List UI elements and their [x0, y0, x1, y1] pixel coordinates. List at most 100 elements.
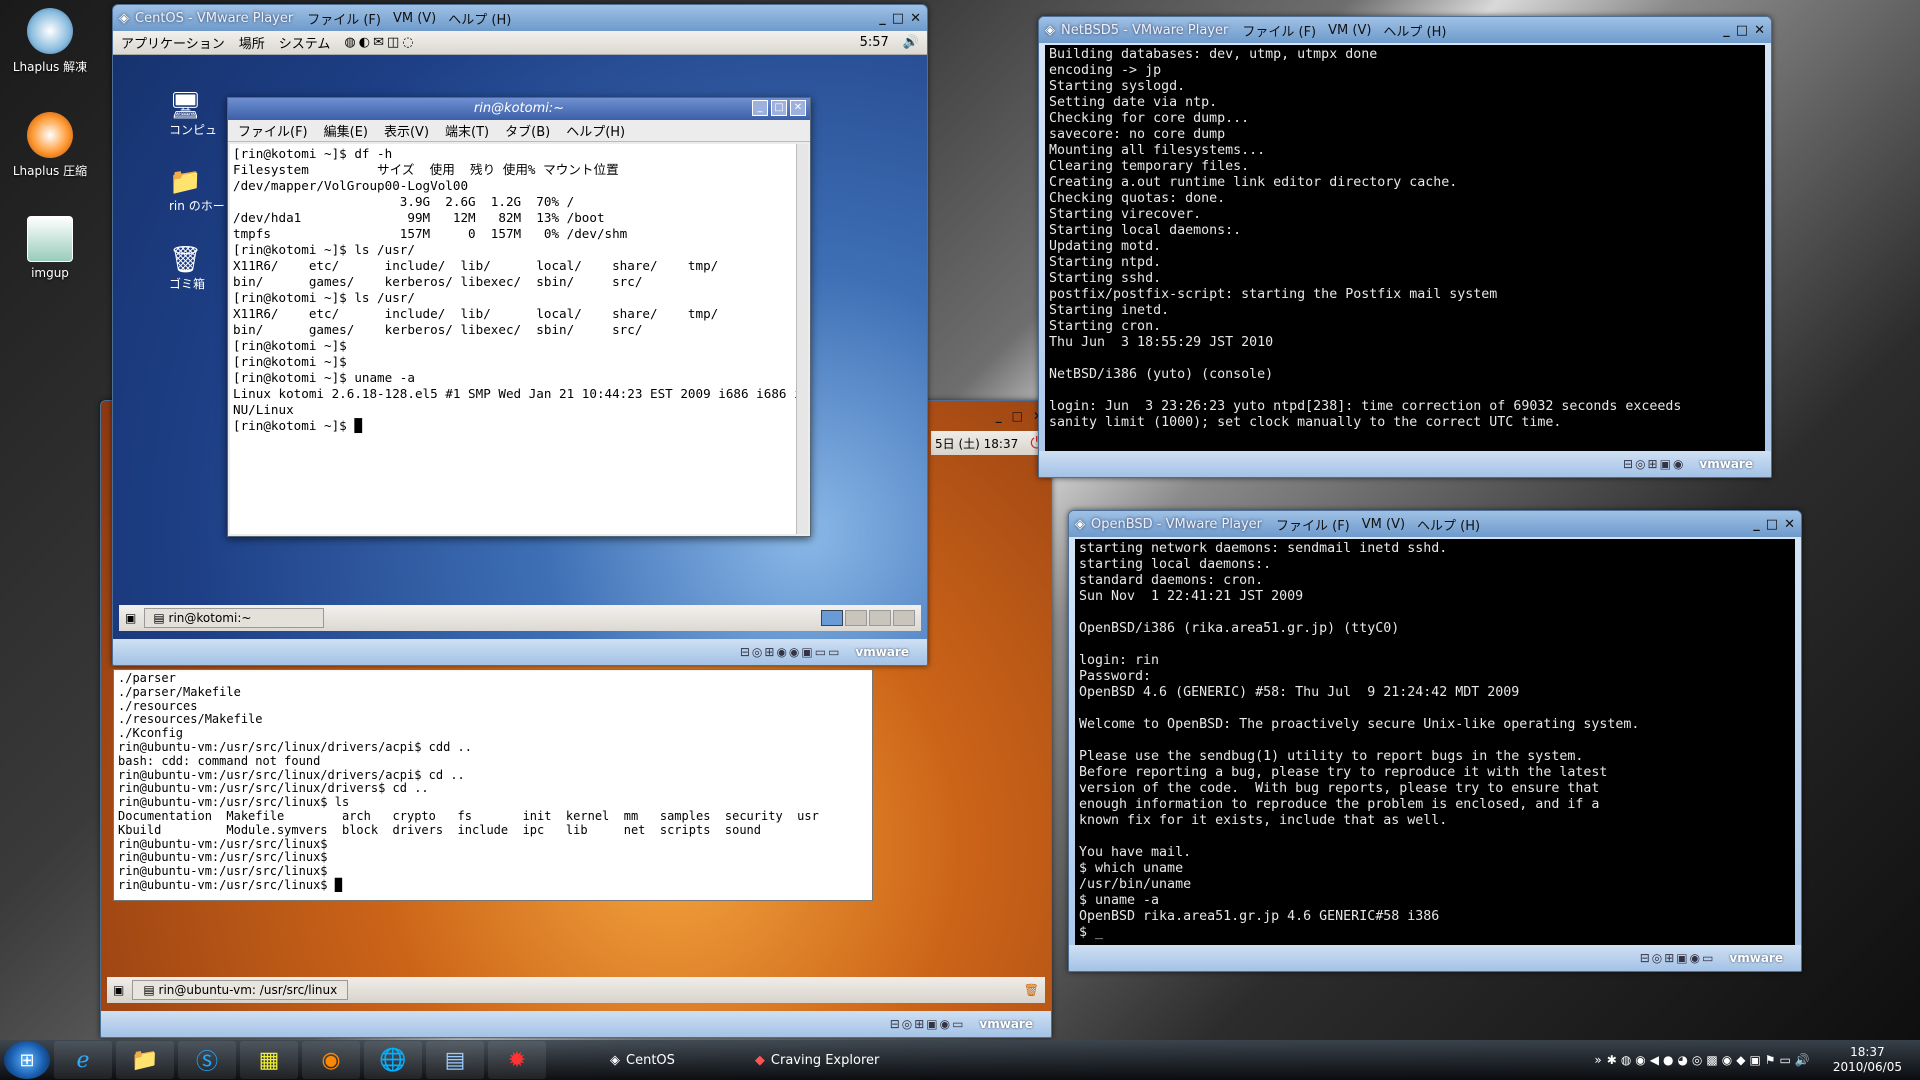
- close-button[interactable]: ✕: [910, 11, 921, 26]
- tray-overflow-icon[interactable]: »: [1594, 1053, 1601, 1067]
- gnome-top-panel: アプリケーション 場所 システム ◍◐✉◫◌ 5:57 🔊: [113, 31, 927, 55]
- minimize-button[interactable]: _: [1723, 23, 1730, 38]
- internet-explorer-icon: ℯ: [76, 1047, 90, 1073]
- taskbar-task-centos[interactable]: ◈ CentOS: [600, 1043, 685, 1077]
- terminal-menu-edit[interactable]: 編集(E): [324, 121, 368, 140]
- terminal-scrollbar[interactable]: [796, 144, 808, 534]
- centos-vmware-window: ◈ CentOS - VMware Player ファイル (F) VM (V)…: [112, 4, 928, 666]
- minimize-button[interactable]: _: [752, 100, 768, 116]
- ubuntu-terminal-text[interactable]: ./parser ./parser/Makefile ./resources .…: [113, 669, 873, 901]
- desktop-icon-lhaplus-extract[interactable]: Lhaplus 解凍: [8, 8, 92, 75]
- ubuntu-vm-status-bar: ⊟◎⊞▣◉▭ vmware: [101, 1011, 1051, 1037]
- close-button[interactable]: ✕: [790, 100, 806, 116]
- gnome-clock[interactable]: 5:57: [860, 35, 889, 50]
- device-icons[interactable]: ⊟◎⊞▣◉: [1623, 457, 1685, 471]
- netbsd-console-text[interactable]: Building databases: dev, utmp, utmpx don…: [1045, 45, 1765, 453]
- centos-task-button[interactable]: ▤ rin@kotomi:~: [144, 608, 325, 628]
- centos-desktop-icon-trash[interactable]: 🗑 ゴミ箱: [169, 245, 205, 292]
- terminal-menu-help[interactable]: ヘルプ(H): [566, 121, 625, 140]
- minimize-button[interactable]: _: [996, 409, 1002, 423]
- taskbar-browser[interactable]: 🌐: [364, 1041, 422, 1079]
- folder-icon: 📁: [131, 1047, 159, 1073]
- files-icon: ▤: [444, 1047, 466, 1073]
- launcher-icons[interactable]: ◍◐✉◫◌: [344, 35, 416, 50]
- clock-time: 18:37: [1850, 1045, 1885, 1059]
- terminal-menu-tabs[interactable]: タブ(B): [505, 121, 550, 140]
- maximize-button[interactable]: □: [771, 100, 787, 116]
- terminal-text[interactable]: [rin@kotomi ~]$ df -h Filesystem サイズ 使用 …: [230, 144, 796, 534]
- terminal-title: rin@kotomi:~: [473, 101, 565, 116]
- taskbar-task-label: Craving Explorer: [770, 1052, 880, 1068]
- window-title: CentOS - VMware Player: [135, 10, 294, 26]
- vmware-app-icon: ◈: [1075, 516, 1085, 532]
- taskbar-files[interactable]: ▤: [426, 1041, 484, 1079]
- clock-date: 2010/06/05: [1832, 1060, 1902, 1074]
- taskbar-firefox[interactable]: ◉: [302, 1041, 360, 1079]
- start-button[interactable]: ⊞: [4, 1041, 50, 1079]
- taskbar-task-craving-explorer[interactable]: ◆ Craving Explorer: [745, 1043, 889, 1077]
- ubuntu-bottom-panel: ▣ ▤ rin@ubuntu-vm: /usr/src/linux 🗑: [107, 977, 1045, 1003]
- netbsd-vm-status-bar: ⊟◎⊞▣◉ vmware: [1039, 451, 1771, 477]
- vmware-app-icon: ◈: [119, 10, 129, 26]
- globe-icon: 🌐: [379, 1047, 407, 1073]
- taskbar-app[interactable]: ▦: [240, 1041, 298, 1079]
- app-icon: ▦: [258, 1047, 280, 1073]
- desktop-icon-label: Lhaplus 圧縮: [12, 164, 88, 178]
- centos-desktop-icon-computer[interactable]: 🖥 コンピュ: [169, 91, 217, 138]
- maximize-button[interactable]: □: [1766, 517, 1778, 532]
- openbsd-console-text[interactable]: starting network daemons: sendmail inetd…: [1075, 539, 1795, 947]
- minimize-button[interactable]: _: [879, 11, 886, 26]
- tray-icons[interactable]: ✱◍◉◀●◕◎▩◉◆▣⚑▭🔊: [1607, 1053, 1814, 1067]
- folder-icon: 📁: [169, 167, 202, 197]
- ubuntu-clock[interactable]: 5日 (土) 18:37: [935, 435, 1018, 452]
- taskbar-paint[interactable]: ✹: [488, 1041, 546, 1079]
- ubuntu-task-button[interactable]: ▤ rin@ubuntu-vm: /usr/src/linux: [132, 980, 349, 1000]
- show-desktop-icon[interactable]: ▣: [113, 983, 124, 997]
- maximize-button[interactable]: □: [892, 11, 904, 26]
- taskbar-clock[interactable]: 18:37 2010/06/05: [1833, 1045, 1902, 1075]
- centos-vm-status-bar: ⊟◎⊞◉◉▣▭▭ vmware: [113, 639, 927, 665]
- workspace-switcher[interactable]: [821, 610, 915, 626]
- terminal-menu-terminal[interactable]: 端末(T): [445, 121, 489, 140]
- terminal-menu-view[interactable]: 表示(V): [384, 121, 429, 140]
- taskbar-skype[interactable]: Ⓢ: [178, 1041, 236, 1079]
- trash-icon[interactable]: 🗑: [1024, 983, 1039, 997]
- menu-file[interactable]: ファイル (F): [1242, 21, 1316, 40]
- windows-taskbar: ⊞ ℯ 📁 Ⓢ ▦ ◉ 🌐 ▤ ✹ ◈ CentOS ◆ Craving Exp…: [0, 1040, 1920, 1080]
- centos-desktop-icon-home[interactable]: 📁 rin のホー: [169, 167, 225, 214]
- gnome-menu-system[interactable]: システム: [279, 33, 331, 52]
- device-icons[interactable]: ⊟◎⊞▣◉▭: [1640, 951, 1716, 965]
- vmware-logo: vmware: [1729, 951, 1783, 965]
- menu-file[interactable]: ファイル (F): [307, 9, 381, 28]
- close-button[interactable]: ✕: [1754, 23, 1765, 38]
- taskbar-explorer[interactable]: 📁: [116, 1041, 174, 1079]
- desktop-icon-lhaplus-compress[interactable]: Lhaplus 圧縮: [8, 112, 92, 179]
- ubuntu-top-panel: 5日 (土) 18:37 ⏻: [931, 431, 1047, 455]
- gnome-menu-places[interactable]: 場所: [239, 33, 265, 52]
- desktop-icon-imgup[interactable]: imgup: [8, 216, 92, 280]
- volume-icon[interactable]: 🔊: [903, 35, 919, 50]
- taskbar-ie[interactable]: ℯ: [54, 1041, 112, 1079]
- menu-vm[interactable]: VM (V): [1362, 517, 1405, 532]
- menu-vm[interactable]: VM (V): [393, 11, 436, 26]
- gnome-menu-applications[interactable]: アプリケーション: [121, 33, 225, 52]
- menu-vm[interactable]: VM (V): [1328, 23, 1371, 38]
- centos-desktop-icon-label: ゴミ箱: [169, 277, 206, 291]
- vmware-logo: vmware: [855, 645, 909, 659]
- menu-help[interactable]: ヘルプ (H): [448, 9, 511, 28]
- system-tray: » ✱◍◉◀●◕◎▩◉◆▣⚑▭🔊 18:37 2010/06/05: [1594, 1045, 1920, 1075]
- centos-desktop-icon-label: rin のホー: [169, 199, 225, 213]
- menu-file[interactable]: ファイル (F): [1276, 515, 1350, 534]
- ubuntu-task-label: rin@ubuntu-vm: /usr/src/linux: [158, 983, 338, 997]
- maximize-button[interactable]: □: [1012, 409, 1023, 423]
- menu-help[interactable]: ヘルプ (H): [1417, 515, 1480, 534]
- show-desktop-icon[interactable]: ▣: [125, 611, 136, 625]
- close-button[interactable]: ✕: [1784, 517, 1795, 532]
- minimize-button[interactable]: _: [1753, 517, 1760, 532]
- menu-help[interactable]: ヘルプ (H): [1383, 21, 1446, 40]
- device-icons[interactable]: ⊟◎⊞◉◉▣▭▭: [740, 645, 842, 659]
- device-icons[interactable]: ⊟◎⊞▣◉▭: [890, 1017, 966, 1031]
- terminal-menu-file[interactable]: ファイル(F): [238, 121, 308, 140]
- netbsd-title-bar: ◈ NetBSD5 - VMware Player ファイル (F) VM (V…: [1039, 17, 1771, 43]
- maximize-button[interactable]: □: [1736, 23, 1748, 38]
